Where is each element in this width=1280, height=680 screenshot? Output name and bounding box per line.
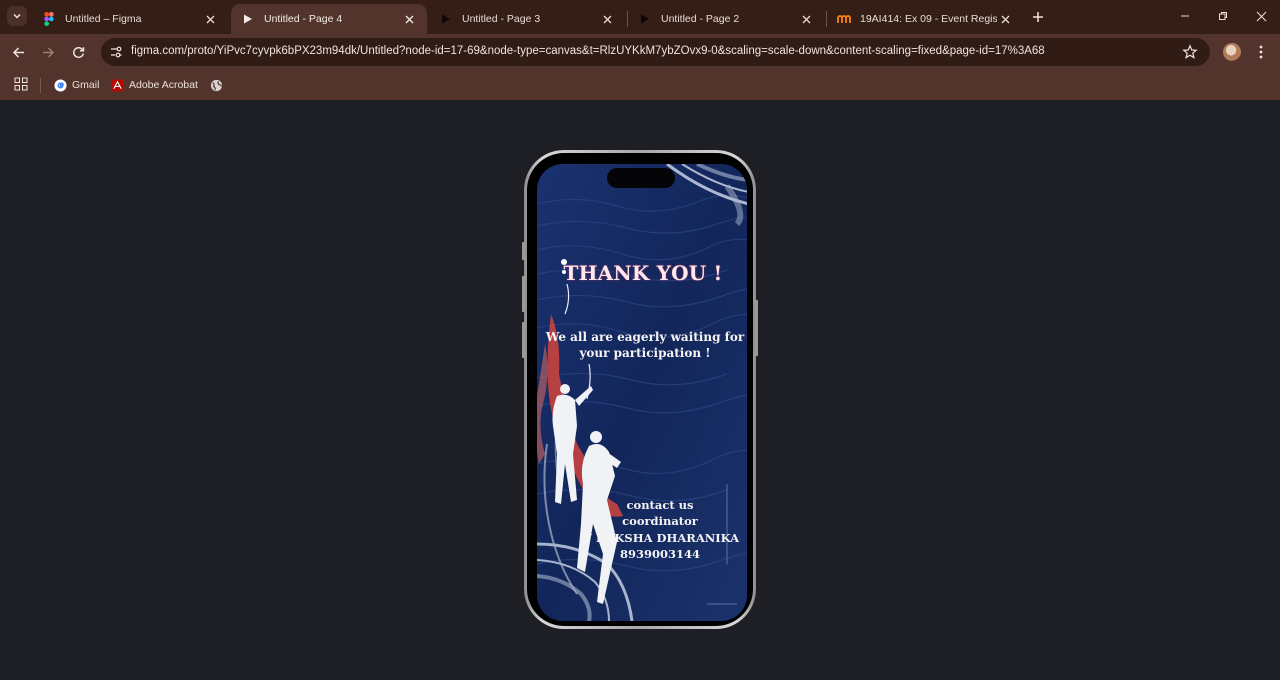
- contact-line: coordinator: [622, 514, 698, 529]
- tab-title: Untitled – Figma: [65, 13, 142, 25]
- message-line: We all are eagerly waiting for: [545, 330, 745, 344]
- tab-search-button[interactable]: [7, 6, 27, 26]
- phone-frame: THANK YOU ! We all are eagerly waiting f…: [522, 150, 758, 629]
- coordinator-phone: 8939003144: [619, 547, 701, 562]
- url-text[interactable]: figma.com/proto/YiPvc7cyvpk6bPX23m94dk/U…: [131, 45, 1045, 57]
- close-icon: [1256, 11, 1266, 21]
- play-icon: [439, 12, 453, 26]
- google-icon: [53, 78, 67, 92]
- phone-bezel: THANK YOU ! We all are eagerly waiting f…: [527, 153, 753, 626]
- tab-page-3[interactable]: Untitled - Page 3: [429, 4, 625, 34]
- play-icon: [638, 12, 652, 26]
- bookmark-adobe-acrobat[interactable]: Adobe Acrobat: [110, 76, 198, 94]
- restore-icon: [1219, 12, 1227, 20]
- close-icon[interactable]: [401, 11, 417, 27]
- play-icon: [241, 12, 255, 26]
- tab-title: Untitled - Page 3: [462, 13, 541, 25]
- bookmark-label: Gmail: [72, 79, 100, 91]
- forward-button[interactable]: [38, 42, 58, 62]
- tab-title: Untitled - Page 2: [661, 13, 740, 25]
- close-window-button[interactable]: [1249, 6, 1273, 26]
- tab-strip: Untitled – Figma Untitled - Page 4 Untit…: [0, 0, 1280, 34]
- contact-block: contact us coordinator V RAKSHA DHARANIK…: [583, 497, 740, 563]
- close-icon[interactable]: [997, 11, 1013, 27]
- new-tab-button[interactable]: [1029, 8, 1047, 26]
- moodle-icon: [837, 12, 851, 26]
- tab-event-registration[interactable]: 19AI414: Ex 09 - Event Registrat: [827, 4, 1023, 34]
- bookmark-label: Adobe Acrobat: [129, 79, 198, 91]
- plus-icon: [1033, 12, 1043, 22]
- close-icon[interactable]: [599, 11, 615, 27]
- browser-menu-button[interactable]: [1254, 43, 1268, 61]
- arrow-left-icon: [12, 46, 24, 58]
- bookmarks-bar: Gmail Adobe Acrobat: [0, 70, 1280, 100]
- chevron-down-icon: [13, 13, 21, 19]
- phone-power-button: [755, 300, 758, 356]
- bookmark-globe[interactable]: [209, 76, 228, 94]
- profile-avatar[interactable]: [1223, 43, 1241, 61]
- tab-page-4[interactable]: Untitled - Page 4: [231, 4, 427, 34]
- more-vertical-icon: [1259, 45, 1263, 59]
- coordinator-name: V RAKSHA DHARANIKA: [583, 530, 740, 545]
- browser-toolbar: figma.com/proto/YiPvc7cyvpk6bPX23m94dk/U…: [0, 34, 1280, 70]
- phone-action-button: [522, 242, 525, 260]
- close-icon[interactable]: [798, 11, 814, 27]
- figma-icon: [42, 12, 56, 26]
- prototype-canvas: THANK YOU ! We all are eagerly waiting f…: [0, 100, 1280, 680]
- bookmarks-separator: [40, 78, 41, 93]
- bookmark-star-icon[interactable]: [1182, 44, 1198, 60]
- message-line: your participation !: [579, 346, 711, 360]
- tab-title: 19AI414: Ex 09 - Event Registrat: [860, 13, 997, 25]
- thank-you-heading: THANK YOU !: [563, 261, 723, 285]
- apps-grid-icon[interactable]: [14, 77, 28, 91]
- tab-page-2[interactable]: Untitled - Page 2: [628, 4, 824, 34]
- back-button[interactable]: [8, 42, 28, 62]
- dynamic-island: [607, 168, 675, 188]
- arrow-right-icon: [42, 46, 54, 58]
- minimize-button[interactable]: [1173, 6, 1197, 26]
- bookmark-gmail[interactable]: Gmail: [53, 76, 99, 94]
- phone-volume-down: [522, 322, 525, 358]
- restore-button[interactable]: [1211, 6, 1235, 26]
- address-bar[interactable]: figma.com/proto/YiPvc7cyvpk6bPX23m94dk/U…: [101, 38, 1210, 66]
- acrobat-icon: [110, 78, 124, 92]
- close-icon[interactable]: [202, 11, 218, 27]
- site-info-icon[interactable]: [109, 45, 123, 59]
- reload-icon: [72, 46, 84, 58]
- phone-volume-up: [522, 276, 525, 312]
- tab-figma[interactable]: Untitled – Figma: [32, 4, 228, 34]
- participation-message: We all are eagerly waiting for your part…: [545, 329, 745, 361]
- globe-icon: [209, 78, 223, 92]
- reload-button[interactable]: [68, 42, 88, 62]
- contact-line: contact us: [626, 498, 694, 512]
- minimize-icon: [1181, 15, 1189, 17]
- tab-title: Untitled - Page 4: [264, 13, 343, 25]
